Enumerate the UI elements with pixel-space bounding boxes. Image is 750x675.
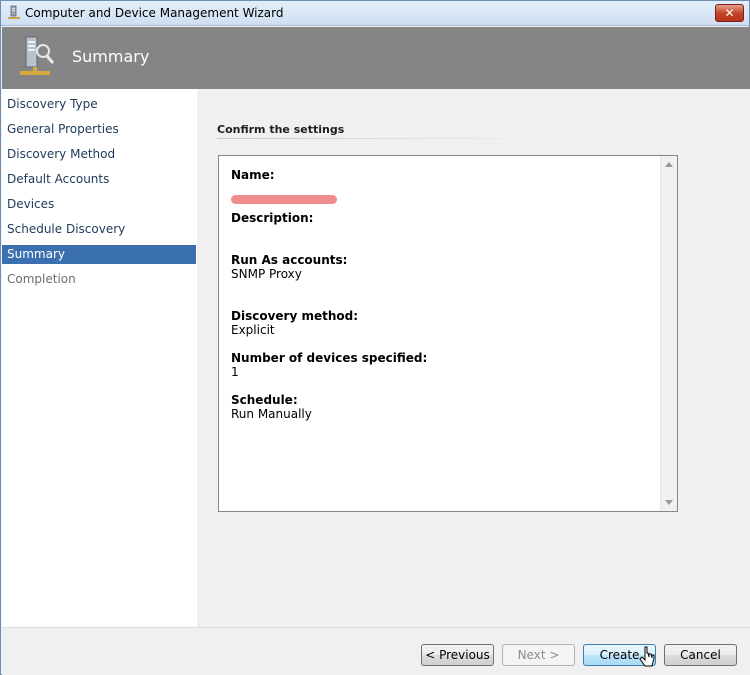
scroll-up-icon[interactable] [665, 162, 673, 167]
nav-item-discovery-type[interactable]: Discovery Type [2, 95, 196, 114]
schedule-label: Schedule: [231, 393, 298, 407]
mouse-pointer-icon [639, 646, 655, 667]
nav-item-completion: Completion [7, 272, 76, 286]
window-title: Computer and Device Management Wizard [25, 6, 284, 20]
wizard-window: Computer and Device Management Wizard ✕ … [0, 0, 750, 675]
nav-item-summary[interactable]: Summary [2, 245, 196, 264]
scroll-down-icon[interactable] [665, 500, 673, 505]
section-divider [217, 138, 555, 139]
runas-value: SNMP Proxy [231, 267, 302, 281]
devices-count-value: 1 [231, 365, 239, 379]
wizard-step-nav: Discovery Type General Properties Discov… [2, 89, 197, 627]
previous-button[interactable]: < Previous [421, 644, 494, 666]
discovery-method-value: Explicit [231, 323, 275, 337]
nav-item-discovery-method[interactable]: Discovery Method [2, 145, 196, 164]
close-button[interactable]: ✕ [715, 4, 744, 22]
settings-summary-box[interactable]: Name: Description: Run As accounts: SNMP… [218, 155, 678, 512]
wizard-header: Summary [2, 27, 750, 89]
next-button: Next > [502, 644, 575, 666]
nav-item-devices[interactable]: Devices [2, 195, 196, 214]
content-pane: Confirm the settings Name: Description: … [197, 89, 750, 627]
title-bar: Computer and Device Management Wizard ✕ [1, 1, 749, 26]
nav-item-schedule-discovery[interactable]: Schedule Discovery [2, 220, 196, 239]
redacted-name-value [231, 195, 337, 204]
devices-count-label: Number of devices specified: [231, 351, 428, 365]
schedule-value: Run Manually [231, 407, 312, 421]
button-bar: < Previous Next > Create Cancel [2, 627, 750, 675]
runas-label: Run As accounts: [231, 253, 348, 267]
server-discovery-icon [20, 36, 55, 75]
vertical-scrollbar[interactable] [660, 156, 677, 511]
cancel-button[interactable]: Cancel [664, 644, 737, 666]
nav-item-general-properties[interactable]: General Properties [2, 120, 196, 139]
name-label: Name: [231, 168, 275, 182]
close-icon: ✕ [724, 6, 735, 20]
wizard-app-icon [8, 5, 20, 19]
page-title: Summary [72, 47, 150, 66]
discovery-method-label: Discovery method: [231, 309, 359, 323]
section-title: Confirm the settings [217, 123, 345, 136]
nav-item-default-accounts[interactable]: Default Accounts [2, 170, 196, 189]
description-label: Description: [231, 211, 314, 225]
